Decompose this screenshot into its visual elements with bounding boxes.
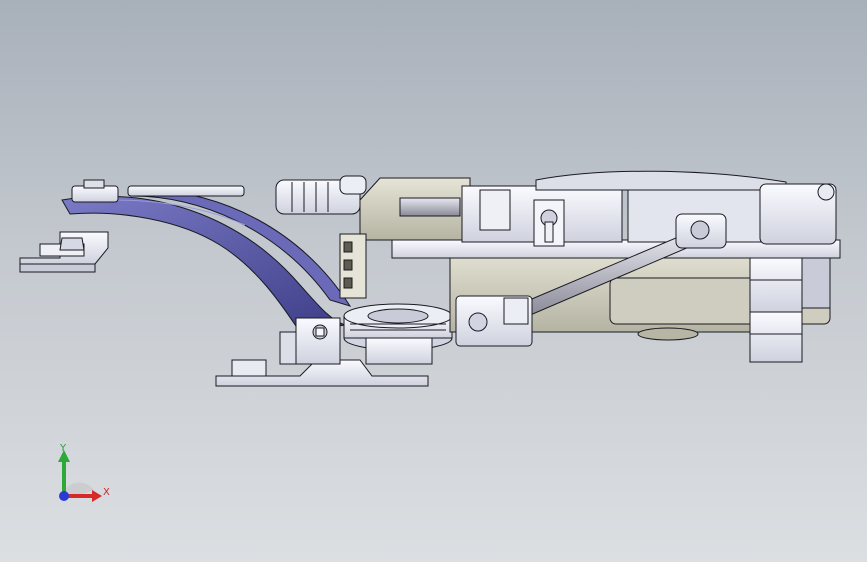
left-mounting-bracket [19, 231, 109, 273]
blade-hub [71, 179, 245, 203]
z-axis-icon [59, 491, 69, 501]
coordinate-triad [58, 450, 102, 502]
y-axis-label: Y [60, 443, 67, 454]
graphics-viewport[interactable]: Y X [0, 0, 867, 562]
x-axis-label: X [103, 487, 110, 498]
cad-assembly-model[interactable] [0, 0, 867, 562]
spool-bearing [343, 303, 453, 365]
